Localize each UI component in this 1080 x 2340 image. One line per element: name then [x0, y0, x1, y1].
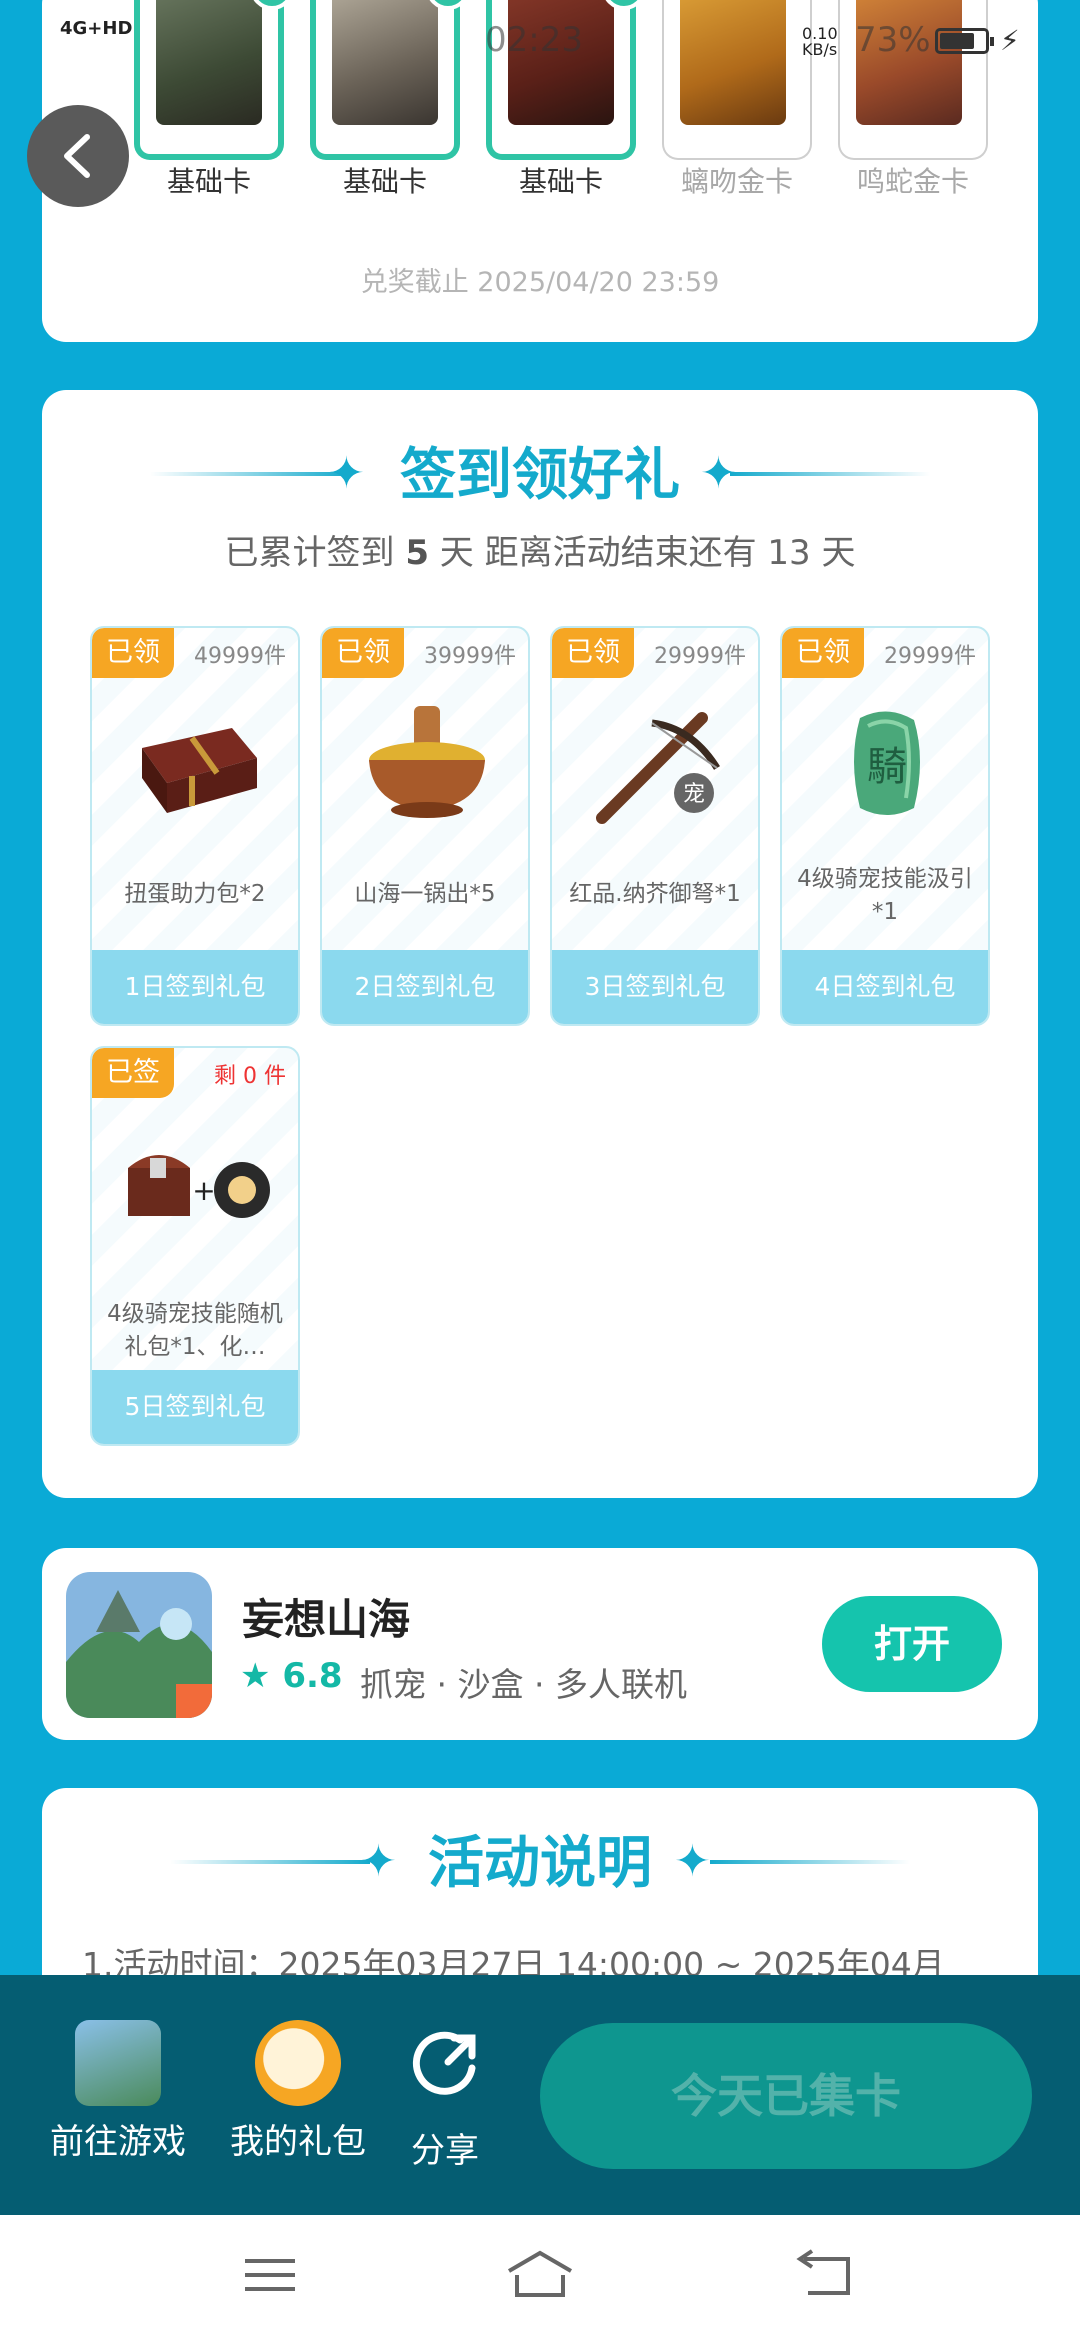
jade-seal-icon: 騎 [854, 711, 920, 815]
card-label: 基础卡 [342, 165, 427, 198]
hotpot-icon [369, 706, 485, 818]
rating-value: 6.8 [282, 1656, 343, 1696]
svg-text:+: + [192, 1174, 215, 1207]
gift-quantity: 剩 0 件 [214, 1064, 286, 1089]
back-nav-icon[interactable] [790, 2245, 860, 2305]
treasure-chest-icon [142, 728, 257, 813]
gift-status-tag: 已签 [92, 1048, 174, 1098]
gift-status-tag: 已领 [552, 628, 634, 678]
card-label: 基础卡 [518, 165, 603, 198]
share-icon [412, 2031, 476, 2095]
goto-game-button[interactable]: 前往游戏 [48, 2020, 188, 2163]
open-app-button[interactable]: 打开 [822, 1596, 1002, 1692]
network-speed: 0.10 KB/s [802, 26, 838, 58]
gift-day-2[interactable]: 已领 39999件 山海一锅出*5 2日签到礼包 [320, 626, 530, 1026]
bottom-action-bar: 前往游戏 我的礼包 分享 今天已集卡 [0, 1975, 1080, 2215]
gift-day-label: 2日签到礼包 [322, 950, 528, 1024]
sparkle-icon: ✦ [674, 1836, 711, 1887]
avatar-gift-icon [255, 2020, 341, 2106]
svg-text:宠: 宠 [683, 782, 705, 807]
speed-unit: KB/s [802, 40, 838, 59]
summary-rest: 天 距离活动结束还有 13 天 [439, 533, 856, 573]
app-rating: ★ 6.8 [240, 1656, 343, 1696]
network-indicator: 4G+HD [60, 18, 133, 39]
card-label: 基础卡 [166, 165, 251, 198]
gift-quantity: 29999件 [654, 644, 746, 669]
gift-name: 4级骑宠技能随机礼包*1、化… [107, 1301, 283, 1360]
gift-name: 红品.纳芥御弩*1 [569, 881, 741, 907]
gift-status-tag: 已领 [322, 628, 404, 678]
gift-quantity: 49999件 [194, 644, 286, 669]
title-decoration-right [730, 472, 930, 476]
status-bar: 4G+HD 02:23 0.10 KB/s 73% ⚡ [0, 0, 1080, 80]
signin-title: 签到领好礼 [400, 443, 680, 508]
signin-summary: 已累计签到 5 天 距离活动结束还有 13 天 [42, 525, 1038, 574]
gift-day-label: 3日签到礼包 [552, 950, 758, 1024]
share-button[interactable]: 分享 [400, 2020, 490, 2172]
back-button[interactable] [27, 105, 129, 207]
my-gifts-button[interactable]: 我的礼包 [228, 2020, 368, 2163]
signin-panel: ✦ 签到领好礼 ✦ 已累计签到 5 天 距离活动结束还有 13 天 已领 499… [42, 390, 1038, 1498]
gift-status-tag: 已领 [782, 628, 864, 678]
status-time: 02:23 [485, 20, 583, 60]
gift-day-5[interactable]: 已签 剩 0 件 + 4级骑宠技能随机礼包*1、化… 5日签到礼包 [90, 1046, 300, 1446]
app-icon[interactable] [66, 1572, 212, 1718]
collect-card-button[interactable]: 今天已集卡 [540, 2023, 1032, 2169]
gift-day-label: 4日签到礼包 [782, 950, 988, 1024]
crossbow-icon: 宠 [596, 712, 720, 824]
summary-prefix: 已累计签到 [224, 533, 395, 573]
gift-day-3[interactable]: 已领 29999件 宠 红品.纳芥御弩*1 3日签到礼包 [550, 626, 760, 1026]
chest-and-orb-icon: + [128, 1155, 270, 1218]
share-label: 分享 [411, 2131, 479, 2171]
gift-name: 4级骑宠技能汲引*1 [797, 866, 973, 925]
days-signed: 5 [405, 533, 429, 573]
home-icon[interactable] [505, 2245, 575, 2305]
star-icon: ★ [240, 1656, 271, 1696]
card-label: 鸣蛇金卡 [856, 165, 969, 198]
svg-text:騎: 騎 [867, 744, 907, 790]
rules-title: 活动说明 [428, 1831, 652, 1896]
my-gifts-label: 我的礼包 [230, 2122, 366, 2162]
battery-percent: 73% [855, 20, 931, 60]
app-tags: 抓宠 · 沙盒 · 多人联机 [360, 1665, 687, 1704]
chevron-left-icon [64, 134, 90, 178]
charging-icon: ⚡ [1000, 24, 1020, 57]
gift-day-label: 5日签到礼包 [92, 1370, 298, 1444]
card-label: 螭吻金卡 [680, 165, 793, 198]
gift-status-tag: 已领 [92, 628, 174, 678]
gift-name: 山海一锅出*5 [354, 881, 496, 907]
title-decoration-right [710, 1860, 910, 1864]
app-info-panel: 妄想山海 ★ 6.8 抓宠 · 沙盒 · 多人联机 打开 [42, 1548, 1038, 1740]
gift-day-1[interactable]: 已领 49999件 扭蛋助力包*2 1日签到礼包 [90, 626, 300, 1026]
gift-day-4[interactable]: 已领 29999件 騎 4级骑宠技能汲引*1 4日签到礼包 [780, 626, 990, 1026]
battery-icon [935, 28, 994, 54]
system-nav-bar [0, 2215, 1080, 2340]
goto-game-label: 前往游戏 [50, 2122, 186, 2162]
app-name: 妄想山海 [242, 1595, 411, 1644]
game-icon [75, 2020, 161, 2106]
gift-quantity: 39999件 [424, 644, 516, 669]
gift-day-label: 1日签到礼包 [92, 950, 298, 1024]
gift-name: 扭蛋助力包*2 [124, 881, 266, 907]
gift-quantity: 29999件 [884, 644, 976, 669]
menu-icon[interactable] [235, 2245, 305, 2305]
redeem-deadline: 兑奖截止 2025/04/20 23:59 [360, 267, 720, 298]
